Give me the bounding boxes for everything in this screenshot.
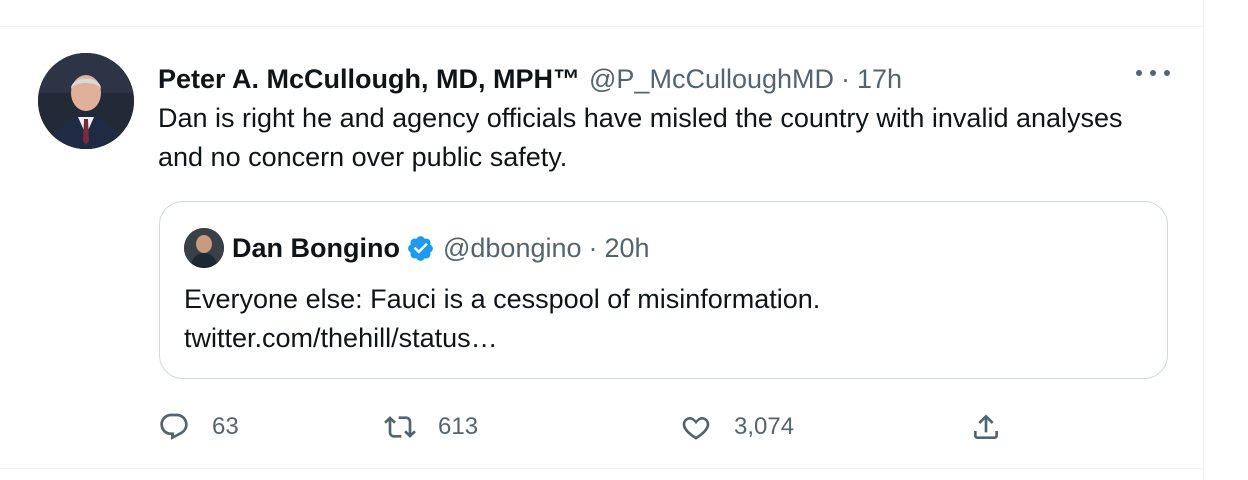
- heart-icon: [682, 416, 710, 440]
- quoted-text-line: Everyone else: Fauci is a cesspool of mi…: [184, 284, 821, 314]
- author-avatar-image: [38, 53, 134, 149]
- quoted-link[interactable]: twitter.com/thehill/status…: [184, 319, 820, 358]
- tweet-timestamp[interactable]: 17h: [857, 64, 902, 95]
- separator-dot: ·: [841, 63, 851, 94]
- share-button[interactable]: [970, 407, 1002, 447]
- more-icon[interactable]: [1136, 61, 1170, 85]
- timeline-column-border: [1203, 0, 1204, 480]
- tweet-actions: 63 613 3,074: [158, 407, 1018, 447]
- author-name[interactable]: Peter A. McCullough, MD, MPH™: [158, 64, 580, 95]
- quoted-tweet-header: Dan Bongino @dbongino · 20h: [232, 228, 650, 268]
- quoted-avatar-image: [184, 228, 224, 268]
- quoted-author-handle: @dbongino: [442, 232, 582, 263]
- tweet-header: Peter A. McCullough, MD, MPH™ @P_McCullo…: [158, 59, 902, 99]
- like-button[interactable]: 3,074: [680, 407, 794, 447]
- speech-bubble-icon: [160, 413, 188, 440]
- author-handle[interactable]: @P_McCulloughMD: [589, 64, 834, 95]
- quoted-author-avatar: [184, 228, 224, 268]
- more-dot: [1164, 70, 1170, 76]
- quoted-author-name: Dan Bongino: [232, 232, 400, 263]
- quoted-tweet[interactable]: Dan Bongino @dbongino · 20h Everyone els…: [159, 201, 1168, 379]
- reply-count: 63: [212, 413, 239, 440]
- reply-button[interactable]: 63: [158, 407, 239, 447]
- tweet[interactable]: Peter A. McCullough, MD, MPH™ @P_McCullo…: [0, 27, 1203, 468]
- retweet-count: 613: [438, 413, 479, 440]
- retweet-button[interactable]: 613: [384, 407, 478, 447]
- verified-badge-icon: [408, 235, 433, 261]
- more-dot: [1150, 70, 1156, 76]
- more-dot: [1136, 70, 1142, 76]
- separator-dot: ·: [588, 232, 598, 263]
- quoted-tweet-timestamp: 20h: [604, 232, 650, 263]
- share-upload-icon: [974, 414, 998, 439]
- tweet-text: Dan is right he and agency officials hav…: [158, 103, 1123, 172]
- author-avatar[interactable]: [38, 53, 134, 149]
- quoted-tweet-text: Everyone else: Fauci is a cesspool of mi…: [184, 280, 820, 358]
- like-count: 3,074: [734, 413, 795, 440]
- timeline-divider-bottom: [0, 468, 1204, 469]
- retweet-arrows-icon: [384, 416, 416, 438]
